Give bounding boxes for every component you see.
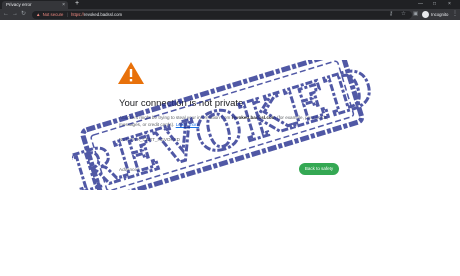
url-separator: |	[66, 11, 68, 17]
key-icon[interactable]: ⚷	[389, 9, 393, 20]
error-description: Attackers might be trying to steal your …	[119, 114, 329, 128]
desc-prefix: Attackers might be trying to steal your …	[119, 115, 232, 120]
page-content: Your connection is not private Attackers…	[0, 20, 460, 276]
back-to-safety-button[interactable]: Back to safety	[299, 163, 339, 175]
forward-arrow-icon[interactable]: →	[12, 9, 18, 20]
not-secure-label[interactable]: Not secure	[43, 12, 64, 17]
maximize-icon[interactable]: □	[433, 0, 436, 8]
reload-icon[interactable]: ↻	[21, 9, 26, 20]
warning-icon[interactable]: ▲	[36, 12, 40, 17]
tab-title: Privacy error	[6, 2, 32, 7]
close-icon[interactable]: ×	[62, 1, 65, 9]
avatar-icon[interactable]	[422, 11, 429, 18]
page-title: Your connection is not private	[119, 98, 244, 109]
minimize-icon[interactable]: —	[418, 0, 423, 8]
error-code: NET::ERR_CERT_REVOKED	[119, 137, 180, 142]
back-arrow-icon[interactable]: ←	[3, 9, 9, 20]
toolbar: ← → ↻ ▲ Not secure | https://revoked.bad…	[0, 9, 460, 20]
advanced-button[interactable]: Advanced	[119, 167, 139, 172]
sidebar-icon[interactable]: ▣	[413, 9, 418, 20]
plus-icon[interactable]: +	[75, 0, 79, 8]
warning-triangle-icon	[118, 62, 144, 84]
tab-strip: Privacy error × + — □ ×	[0, 0, 460, 9]
tab-privacy-error[interactable]: Privacy error ×	[2, 1, 68, 9]
star-icon[interactable]: ☆	[401, 9, 406, 20]
desc-host: revoked.badssl.com	[231, 115, 276, 120]
window-close-icon[interactable]: ×	[448, 0, 451, 8]
url-scheme: https://	[70, 11, 84, 17]
incognito-label[interactable]: Incognito	[431, 9, 448, 20]
menu-icon[interactable]: ⋮	[452, 9, 458, 20]
learn-more-link[interactable]: Learn more	[176, 122, 200, 127]
address-bar[interactable]: ▲ Not secure | https://revoked.badssl.co…	[32, 10, 412, 19]
url-host: revoked.badssl.com	[83, 11, 123, 17]
